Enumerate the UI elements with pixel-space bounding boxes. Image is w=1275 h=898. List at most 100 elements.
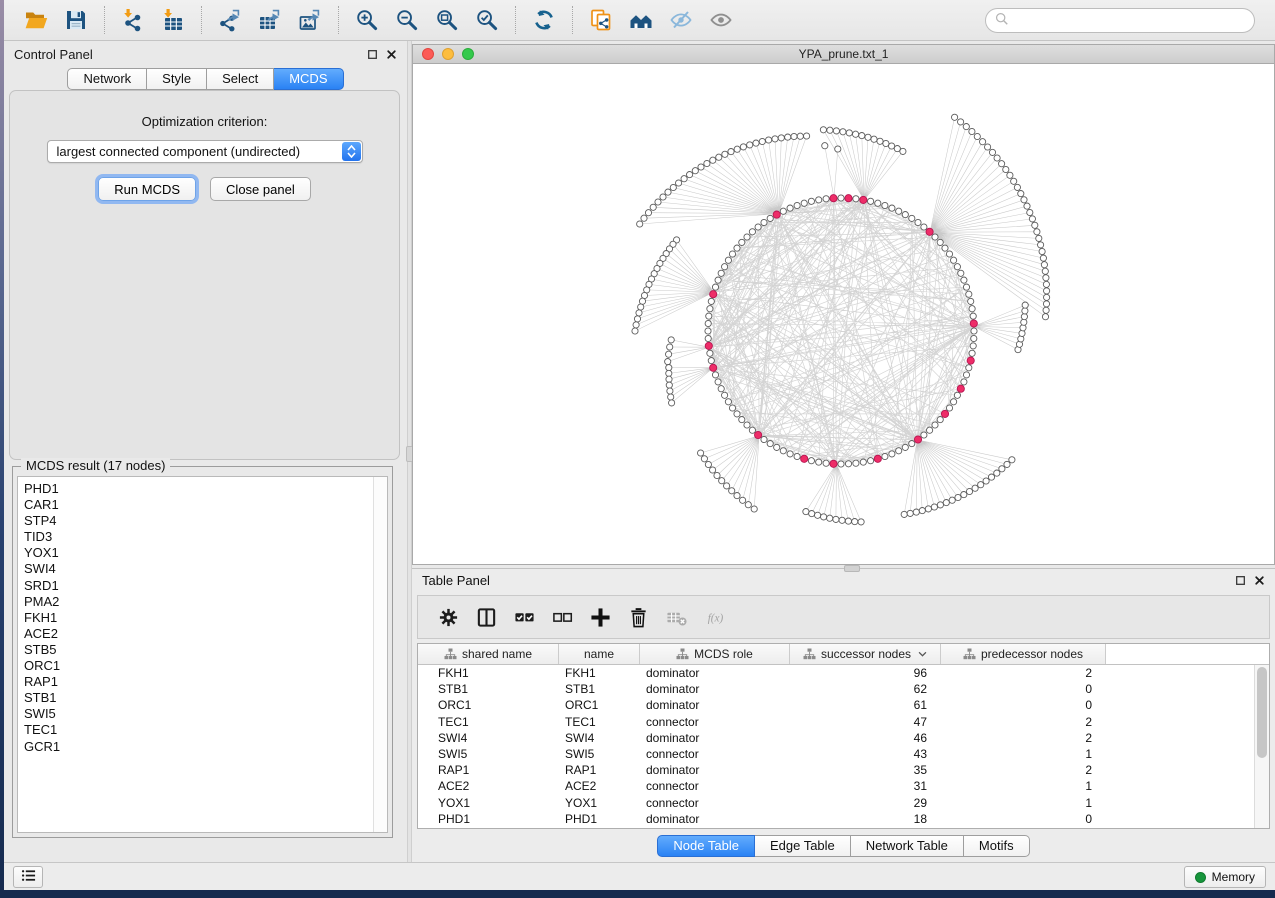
network-canvas[interactable] xyxy=(413,65,1274,564)
table-cell: 1 xyxy=(941,779,1106,793)
search-field[interactable] xyxy=(985,8,1255,33)
network-titlebar[interactable]: YPA_prune.txt_1 xyxy=(413,45,1274,64)
result-node-item[interactable]: PMA2 xyxy=(24,594,387,610)
table-cell: 1 xyxy=(941,747,1106,761)
result-node-item[interactable]: FKH1 xyxy=(24,610,387,626)
network-view-window: YPA_prune.txt_1 xyxy=(412,44,1275,565)
column-header-name[interactable]: name xyxy=(559,644,640,664)
table-row[interactable]: SWI5SWI5connector431 xyxy=(418,746,1269,762)
tab-node-table[interactable]: Node Table xyxy=(657,835,755,857)
tab-motifs[interactable]: Motifs xyxy=(964,835,1030,857)
table-cell: dominator xyxy=(640,682,790,696)
toolbar-separator xyxy=(338,6,339,34)
close-panel-icon[interactable] xyxy=(386,49,397,60)
open-file-icon[interactable] xyxy=(19,5,53,35)
table-cell: 96 xyxy=(790,666,941,680)
tab-select[interactable]: Select xyxy=(207,68,274,90)
table-cell: FKH1 xyxy=(559,666,640,680)
result-node-item[interactable]: YOX1 xyxy=(24,545,387,561)
table-cell: FKH1 xyxy=(418,666,559,680)
import-network-icon[interactable] xyxy=(116,5,150,35)
result-node-item[interactable]: GCR1 xyxy=(24,739,387,755)
table-header-row: shared namenameMCDS rolesuccessor nodesp… xyxy=(418,644,1269,665)
table-row[interactable]: PHD1PHD1dominator180 xyxy=(418,811,1269,827)
hide-selected-icon[interactable] xyxy=(664,5,698,35)
close-panel-button[interactable]: Close panel xyxy=(210,177,311,201)
result-node-item[interactable]: STB1 xyxy=(24,690,387,706)
column-header-successor-nodes[interactable]: successor nodes xyxy=(790,644,941,664)
table-options-icon[interactable] xyxy=(433,602,463,632)
save-session-icon[interactable] xyxy=(59,5,93,35)
table-cell: dominator xyxy=(640,763,790,777)
svg-text:f(x): f(x) xyxy=(707,612,723,624)
export-image-icon[interactable] xyxy=(293,5,327,35)
tab-mcds[interactable]: MCDS xyxy=(274,68,343,90)
result-node-item[interactable]: SWI4 xyxy=(24,561,387,577)
status-menu-button[interactable] xyxy=(13,866,43,888)
zoom-in-icon[interactable] xyxy=(350,5,384,35)
table-scrollbar[interactable] xyxy=(1254,665,1269,828)
tab-edge-table[interactable]: Edge Table xyxy=(755,835,851,857)
export-table-icon[interactable] xyxy=(253,5,287,35)
run-mcds-button[interactable]: Run MCDS xyxy=(98,177,196,201)
table-row[interactable]: ACE2ACE2connector311 xyxy=(418,778,1269,794)
selected-criterion: largest connected component (undirected) xyxy=(48,144,342,159)
table-row[interactable]: STB1STB1dominator620 xyxy=(418,681,1269,697)
export-network-icon[interactable] xyxy=(213,5,247,35)
result-node-item[interactable]: ACE2 xyxy=(24,626,387,642)
column-header-MCDS-role[interactable]: MCDS role xyxy=(640,644,790,664)
column-header-shared-name[interactable]: shared name xyxy=(418,644,559,664)
column-header-predecessor-nodes[interactable]: predecessor nodes xyxy=(941,644,1106,664)
table-cell: STB1 xyxy=(418,682,559,696)
toolbar-separator xyxy=(104,6,105,34)
mcds-tab-content: Optimization criterion: largest connecte… xyxy=(9,90,400,460)
deselect-all-rows-icon[interactable] xyxy=(547,602,577,632)
table-row[interactable]: FKH1FKH1dominator962 xyxy=(418,665,1269,681)
result-node-item[interactable]: PHD1 xyxy=(24,481,387,497)
search-input[interactable] xyxy=(1009,14,1254,28)
tab-style[interactable]: Style xyxy=(147,68,207,90)
table-row[interactable]: TEC1TEC1connector472 xyxy=(418,714,1269,730)
memory-status-icon xyxy=(1195,872,1206,883)
network-area: YPA_prune.txt_1 Table Panel xyxy=(412,41,1275,862)
duplicate-network-icon[interactable] xyxy=(584,5,618,35)
tab-network[interactable]: Network xyxy=(67,68,147,90)
apply-layout-icon[interactable] xyxy=(527,5,561,35)
result-node-item[interactable]: RAP1 xyxy=(24,674,387,690)
result-node-item[interactable]: CAR1 xyxy=(24,497,387,513)
result-node-item[interactable]: TID3 xyxy=(24,529,387,545)
table-row[interactable]: YOX1YOX1connector291 xyxy=(418,795,1269,811)
tab-network-table[interactable]: Network Table xyxy=(851,835,964,857)
result-list-scrollbar[interactable] xyxy=(373,477,387,832)
result-node-item[interactable]: SWI5 xyxy=(24,706,387,722)
table-cell: TEC1 xyxy=(559,715,640,729)
add-column-icon[interactable] xyxy=(585,602,615,632)
optimization-criterion-select[interactable]: largest connected component (undirected) xyxy=(47,140,363,163)
memory-button[interactable]: Memory xyxy=(1184,866,1266,888)
show-all-icon[interactable] xyxy=(704,5,738,35)
zoom-fit-icon[interactable] xyxy=(430,5,464,35)
result-node-item[interactable]: STP4 xyxy=(24,513,387,529)
zoom-out-icon[interactable] xyxy=(390,5,424,35)
float-table-panel-icon[interactable] xyxy=(1235,575,1246,586)
mcds-result-list[interactable]: PHD1CAR1STP4TID3YOX1SWI4SRD1PMA2FKH1ACE2… xyxy=(17,476,388,833)
main-toolbar xyxy=(4,0,1275,41)
table-scrollbar-thumb[interactable] xyxy=(1257,667,1267,758)
result-node-item[interactable]: TEC1 xyxy=(24,722,387,738)
table-row[interactable]: RAP1RAP1dominator352 xyxy=(418,762,1269,778)
result-node-item[interactable]: ORC1 xyxy=(24,658,387,674)
table-cell: 47 xyxy=(790,715,941,729)
result-node-item[interactable]: SRD1 xyxy=(24,578,387,594)
import-table-icon[interactable] xyxy=(156,5,190,35)
result-node-item[interactable]: STB5 xyxy=(24,642,387,658)
table-row[interactable]: ORC1ORC1dominator610 xyxy=(418,697,1269,713)
show-columns-icon[interactable] xyxy=(471,602,501,632)
table-row[interactable]: SWI4SWI4dominator462 xyxy=(418,730,1269,746)
delete-column-icon[interactable] xyxy=(623,602,653,632)
zoom-selected-icon[interactable] xyxy=(470,5,504,35)
first-neighbors-icon[interactable] xyxy=(624,5,658,35)
select-all-rows-icon[interactable] xyxy=(509,602,539,632)
float-panel-icon[interactable] xyxy=(367,49,378,60)
table-cell: SWI4 xyxy=(559,731,640,745)
close-table-panel-icon[interactable] xyxy=(1254,575,1265,586)
